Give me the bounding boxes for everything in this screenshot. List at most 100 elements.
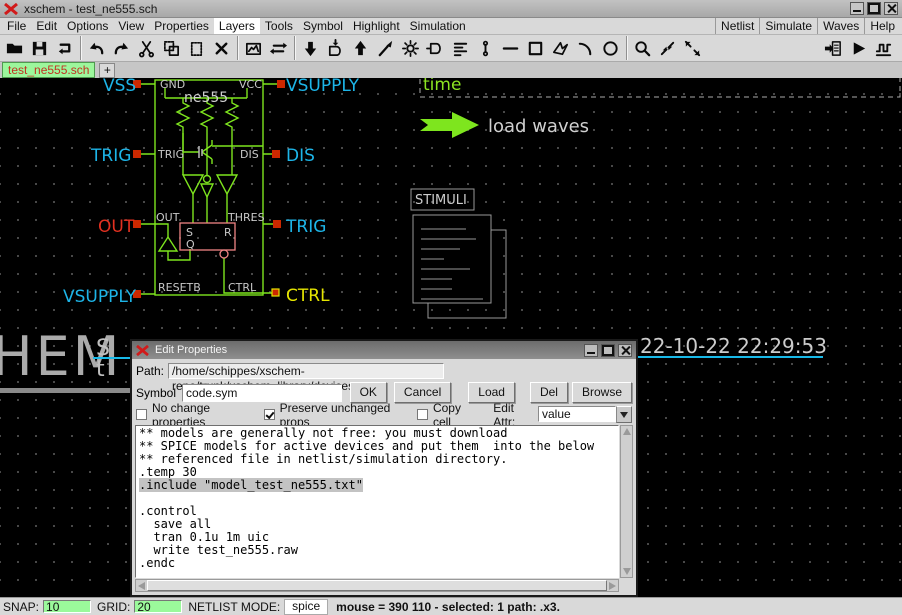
combo-arrow-button[interactable]	[616, 406, 632, 423]
undo-button[interactable]	[84, 36, 109, 60]
polygon-button[interactable]	[548, 36, 573, 60]
horizontal-scrollbar[interactable]	[135, 579, 619, 592]
label-ctrl[interactable]: CTRL	[286, 286, 330, 306]
paint-button[interactable]	[373, 36, 398, 60]
del-button[interactable]: Del	[530, 382, 568, 403]
net-labels[interactable]: VSS VSUPPLY TRIG DIS TRIG VSUPPLY	[63, 78, 360, 307]
path-field[interactable]: /home/schippes/xschem-repo/trunk/xschem_…	[168, 363, 444, 379]
reload-button[interactable]	[52, 36, 77, 60]
zoom-box-button[interactable]	[680, 36, 705, 60]
pop-up-icon	[351, 39, 370, 58]
menu-file[interactable]: File	[2, 18, 31, 34]
menu-waves[interactable]: Waves	[817, 18, 864, 34]
reload-icon	[55, 39, 74, 58]
no-change-properties-checkbox[interactable]	[136, 409, 147, 420]
redo-button[interactable]	[109, 36, 134, 60]
copy-button[interactable]	[159, 36, 184, 60]
polygon-icon	[551, 39, 570, 58]
pop-up-button[interactable]	[348, 36, 373, 60]
dialog-minimize-button[interactable]	[584, 344, 598, 357]
menu-view[interactable]: View	[113, 18, 149, 34]
menu-netlist[interactable]: Netlist	[715, 18, 759, 34]
copy-cell-checkbox[interactable]	[417, 409, 428, 420]
menu-layers[interactable]: Layers	[214, 18, 260, 34]
arc-button[interactable]	[573, 36, 598, 60]
ff-q: Q	[186, 238, 195, 251]
text-button[interactable]	[448, 36, 473, 60]
menu-tools[interactable]: Tools	[260, 18, 298, 34]
label-vss[interactable]: VSS	[103, 78, 136, 96]
stimuli-label[interactable]: STIMULI	[415, 193, 467, 208]
minimize-button[interactable]	[850, 2, 864, 15]
zoom-fit-button[interactable]	[655, 36, 680, 60]
pin-squares[interactable]	[133, 80, 285, 298]
cut-button[interactable]	[134, 36, 159, 60]
netlist-mode-value[interactable]: spice	[284, 599, 328, 615]
scroll-left-icon	[138, 582, 145, 590]
waves-button[interactable]	[871, 36, 896, 60]
graph-time-label[interactable]: time	[423, 78, 461, 95]
pin-vcc: VCC	[239, 78, 262, 91]
zoom-button[interactable]	[630, 36, 655, 60]
vertical-scrollbar[interactable]	[620, 425, 633, 578]
label-vsupply-top[interactable]: VSUPPLY	[286, 78, 360, 96]
push-down-button[interactable]	[298, 36, 323, 60]
netlist-button[interactable]	[821, 36, 846, 60]
save-button[interactable]	[27, 36, 52, 60]
menu-highlight[interactable]: Highlight	[348, 18, 405, 34]
light-button[interactable]	[398, 36, 423, 60]
new-tab-button[interactable]: +	[99, 63, 115, 78]
dialog-title: Edit Properties	[155, 344, 227, 356]
edit-attr-value[interactable]: value	[538, 406, 616, 422]
open-folder-button[interactable]	[2, 36, 27, 60]
path-label: Path:	[136, 364, 164, 378]
load-waves-label[interactable]: load waves	[488, 116, 589, 137]
push-symbol-button[interactable]	[323, 36, 348, 60]
dialog-close-button[interactable]	[618, 344, 632, 357]
label-vsupply-bottom[interactable]: VSUPPLY	[63, 287, 137, 307]
menu-edit[interactable]: Edit	[31, 18, 62, 34]
undo-icon	[87, 39, 106, 58]
simulate-button[interactable]	[846, 36, 871, 60]
text-icon	[451, 39, 470, 58]
pin-trig: TRIG	[157, 148, 184, 161]
symbol-input[interactable]: code.sym	[182, 384, 342, 402]
delete-button[interactable]	[209, 36, 234, 60]
paste-button[interactable]	[184, 36, 209, 60]
label-dis[interactable]: DIS	[286, 146, 315, 166]
label-out[interactable]: OUT	[98, 217, 135, 237]
insert-symbol-button[interactable]	[241, 36, 266, 60]
component-button[interactable]	[423, 36, 448, 60]
dialog-maximize-button[interactable]	[601, 344, 615, 357]
wire-button[interactable]	[473, 36, 498, 60]
maximize-button[interactable]	[867, 2, 881, 15]
close-button[interactable]	[884, 2, 898, 15]
menu-simulate[interactable]: Simulate	[759, 18, 817, 34]
scrollbar-thumb[interactable]	[147, 580, 607, 591]
tab-test-ne555[interactable]: test_ne555.sch	[2, 62, 95, 78]
menu-symbol[interactable]: Symbol	[298, 18, 348, 34]
stimuli-document-icon[interactable]	[413, 215, 506, 318]
load-waves-arrow-icon[interactable]	[420, 112, 479, 138]
menu-options[interactable]: Options	[62, 18, 113, 34]
edit-attr-combobox[interactable]: value	[538, 406, 632, 423]
label-trig-right[interactable]: TRIG	[285, 217, 326, 237]
close-icon	[887, 4, 896, 13]
preserve-unchanged-props-checkbox[interactable]	[264, 409, 275, 420]
grid-input[interactable]: 20	[134, 600, 182, 613]
menu-properties[interactable]: Properties	[149, 18, 214, 34]
menu-simulation[interactable]: Simulation	[405, 18, 471, 34]
label-trig-left[interactable]: TRIG	[90, 146, 131, 166]
swap-button[interactable]	[266, 36, 291, 60]
properties-text-editor[interactable]: ** models are generally not free: you mu…	[135, 425, 619, 578]
line-button[interactable]	[498, 36, 523, 60]
circle-button[interactable]	[598, 36, 623, 60]
rectangle-button[interactable]	[523, 36, 548, 60]
snap-input[interactable]: 10	[43, 600, 91, 613]
browse-button[interactable]: Browse	[572, 382, 632, 403]
graph-selection-box[interactable]	[420, 78, 900, 97]
ne555-symbol[interactable]	[141, 80, 277, 295]
menu-help[interactable]: Help	[864, 18, 900, 34]
light-icon	[401, 39, 420, 58]
dialog-titlebar[interactable]: Edit Properties	[132, 341, 636, 359]
